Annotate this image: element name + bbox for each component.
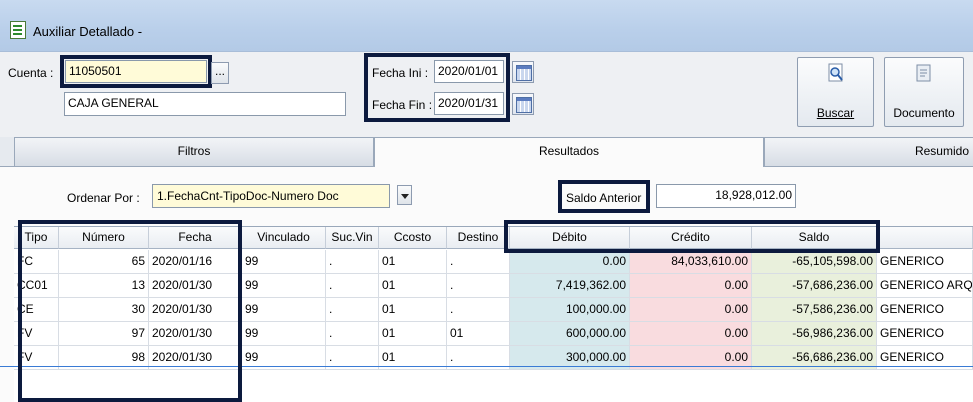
tab-resultados[interactable]: Resultados xyxy=(374,137,764,168)
ordenar-label: Ordenar Por : xyxy=(67,191,140,205)
cell-saldo[interactable]: -56,986,236.00 xyxy=(752,322,877,346)
cell-suc-vin[interactable]: . xyxy=(326,250,379,274)
amount-headers-highlight xyxy=(504,220,880,253)
documento-label: Documento xyxy=(893,106,955,120)
cell-ccosto[interactable]: 01 xyxy=(379,250,447,274)
cell-destino[interactable]: 01 xyxy=(447,322,510,346)
cell-saldo[interactable]: -57,686,236.00 xyxy=(752,274,877,298)
calendar-icon[interactable] xyxy=(512,61,534,83)
fecha-fin-label: Fecha Fin : xyxy=(372,98,433,112)
cell-vinculado[interactable]: 99 xyxy=(242,298,326,322)
cell-ccosto[interactable]: 01 xyxy=(379,322,447,346)
cell-ccosto[interactable]: 01 xyxy=(379,298,447,322)
saldo-anterior-value: 18,928,012.00 xyxy=(656,184,796,208)
cuenta-input[interactable]: 11050501 xyxy=(65,60,207,83)
cell-credito[interactable]: 0.00 xyxy=(630,322,752,346)
cell-credito[interactable]: 84,033,610.00 xyxy=(630,250,752,274)
document-icon xyxy=(916,64,931,82)
column-header-destino[interactable]: Destino xyxy=(447,227,510,249)
tab-filtros[interactable]: Filtros xyxy=(14,137,374,167)
calendar-icon[interactable] xyxy=(512,93,534,115)
cell-credito[interactable]: 0.00 xyxy=(630,274,752,298)
title-bar: Auxiliar Detallado - xyxy=(0,0,973,52)
documento-button[interactable]: Documento xyxy=(884,57,964,127)
fecha-ini-input[interactable]: 2020/01/01 xyxy=(434,60,504,83)
cuenta-name-field: CAJA GENERAL xyxy=(64,92,346,116)
cell-ccosto[interactable]: 01 xyxy=(379,274,447,298)
cell-vinculado[interactable]: 99 xyxy=(242,322,326,346)
cell-suc-vin[interactable]: . xyxy=(326,274,379,298)
cell-suc-vin[interactable]: . xyxy=(326,298,379,322)
column-header-detalle[interactable] xyxy=(877,227,973,249)
column-header-ccosto[interactable]: Ccosto xyxy=(379,227,447,249)
magnifier-icon xyxy=(828,63,843,82)
saldo-anterior-label: Saldo Anterior xyxy=(566,191,642,205)
cell-vinculado[interactable]: 99 xyxy=(242,250,326,274)
cuenta-label: Cuenta : xyxy=(8,66,54,80)
chevron-down-icon[interactable] xyxy=(397,185,412,205)
fecha-fin-input[interactable]: 2020/01/31 xyxy=(434,92,504,115)
cell-saldo[interactable]: -57,586,236.00 xyxy=(752,298,877,322)
column-header-vinculado[interactable]: Vinculado xyxy=(242,227,326,249)
cell-debito[interactable]: 7,419,362.00 xyxy=(510,274,630,298)
cell-saldo[interactable]: -65,105,598.00 xyxy=(752,250,877,274)
fecha-ini-label: Fecha Ini : xyxy=(372,66,429,80)
cell-destino[interactable]: . xyxy=(447,274,510,298)
tab-resumido[interactable]: Resumido xyxy=(764,137,973,167)
document-icon xyxy=(10,21,26,39)
buscar-label: Buscar xyxy=(816,106,855,120)
cell-detalle[interactable]: GENERICO xyxy=(877,322,973,346)
cell-destino[interactable]: . xyxy=(447,250,510,274)
buscar-button[interactable]: Buscar xyxy=(797,57,874,127)
cell-vinculado[interactable]: 99 xyxy=(242,274,326,298)
cell-credito[interactable]: 0.00 xyxy=(630,298,752,322)
cell-debito[interactable]: 600,000.00 xyxy=(510,322,630,346)
cell-detalle[interactable]: GENERICO xyxy=(877,298,973,322)
doc-columns-highlight xyxy=(18,220,242,402)
cuenta-browse-button[interactable]: ... xyxy=(211,62,229,84)
window-title: Auxiliar Detallado - xyxy=(33,24,143,39)
cell-debito[interactable]: 100,000.00 xyxy=(510,298,630,322)
ordenar-select[interactable]: 1.FechaCnt-TipoDoc-Numero Doc xyxy=(152,184,390,208)
cell-destino[interactable]: . xyxy=(447,298,510,322)
cell-detalle[interactable]: GENERICO xyxy=(877,250,973,274)
cell-debito[interactable]: 0.00 xyxy=(510,250,630,274)
cell-suc-vin[interactable]: . xyxy=(326,322,379,346)
column-header-suc-vin[interactable]: Suc.Vin xyxy=(326,227,379,249)
cell-detalle[interactable]: GENERICO ARQU xyxy=(877,274,973,298)
